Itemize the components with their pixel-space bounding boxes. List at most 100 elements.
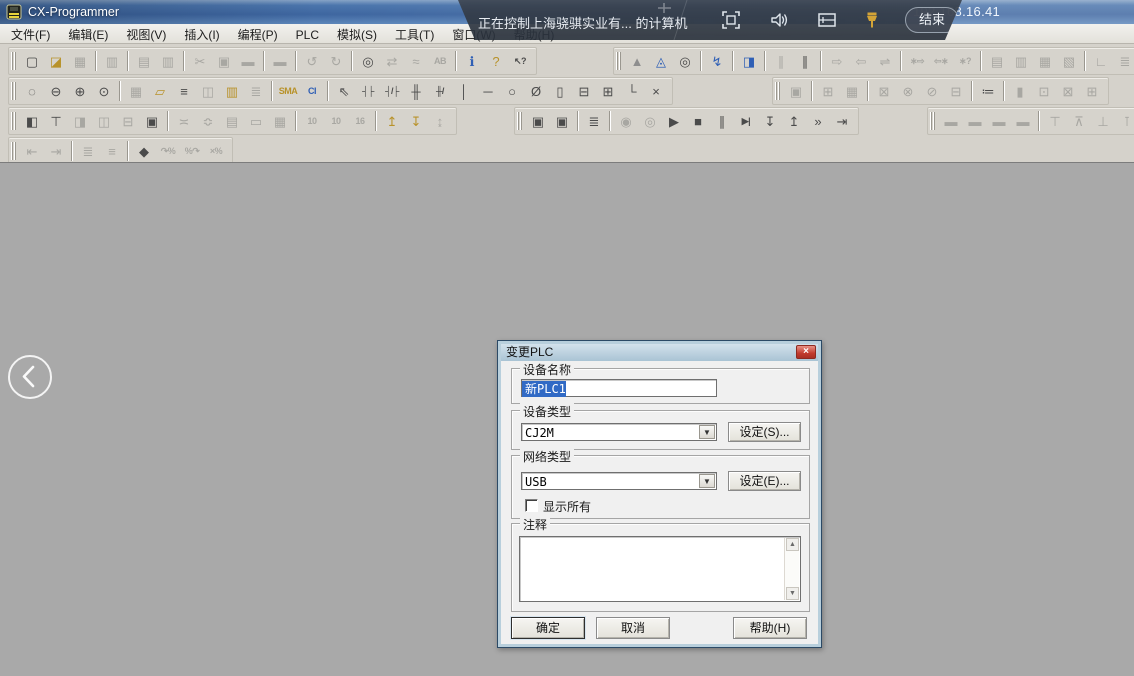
paste-button[interactable]: ▬ — [237, 50, 259, 73]
comment-note-button[interactable]: ▱ — [149, 80, 171, 103]
cut-button[interactable]: ✂ — [189, 50, 211, 73]
new-instruction-button[interactable]: ▯ — [549, 80, 571, 103]
transfer-to-plc-button[interactable]: ⇨ — [826, 50, 848, 73]
sim-run-button[interactable]: ▶ — [663, 110, 685, 133]
watch-window-4-button[interactable]: ▬ — [1012, 110, 1034, 133]
new-closed-coil-button[interactable]: Ø — [525, 80, 547, 103]
pause-monitor-button[interactable]: ∥ — [770, 50, 792, 73]
differential-trace-button[interactable]: ∟ — [1090, 50, 1112, 73]
force-off-button[interactable]: ↧ — [405, 110, 427, 133]
find-replace-button[interactable]: ⇄ — [381, 50, 403, 73]
online-simulator-button[interactable]: ▣ — [527, 110, 549, 133]
step-run-button[interactable]: ▶| — [735, 110, 757, 133]
protect-clear-button[interactable]: ⊟ — [945, 80, 967, 103]
redo-button[interactable]: ↻ — [325, 50, 347, 73]
cancel-button[interactable]: 取消 — [596, 617, 670, 639]
frame-delete-button[interactable]: ⊠ — [1057, 80, 1079, 103]
properties-button[interactable]: ▣ — [141, 110, 163, 133]
transfer-from-plc-button[interactable]: ⇦ — [850, 50, 872, 73]
network-type-dropdown-arrow-icon[interactable]: ▼ — [699, 474, 715, 488]
help-topics-button[interactable]: ? — [485, 50, 507, 73]
sim-stop-button[interactable]: ■ — [687, 110, 709, 133]
set-value-button[interactable]: ◆ — [133, 140, 155, 163]
function-block-button[interactable]: ⊞ — [597, 80, 619, 103]
step-in-button[interactable]: ↧ — [759, 110, 781, 133]
differential-down-button[interactable]: ⊼ — [1068, 110, 1090, 133]
protect-verify-button[interactable]: ⊘ — [921, 80, 943, 103]
compile-program-button[interactable]: ⊤ — [45, 110, 67, 133]
pin-icon[interactable] — [862, 10, 882, 30]
direct-online-button[interactable]: ↯ — [706, 50, 728, 73]
differential-monitor-rise-button[interactable]: ↷% — [157, 140, 179, 163]
new-or-contact-button[interactable]: ╫ — [405, 80, 427, 103]
page-setup-button[interactable]: ▥ — [101, 50, 123, 73]
plc-io-window-button[interactable]: ▥ — [1010, 50, 1032, 73]
auto-online-button[interactable]: ◬ — [650, 50, 672, 73]
time-chart-monitor-button[interactable]: ≣ — [1114, 50, 1134, 73]
toolbar-grip[interactable] — [616, 52, 622, 70]
copy-button[interactable]: ▣ — [213, 50, 235, 73]
change-all-button[interactable]: AB — [429, 50, 451, 73]
dialog-titlebar[interactable]: 变更PLC × — [501, 344, 818, 361]
menu-view[interactable]: 视图(V) — [117, 24, 175, 44]
help-button[interactable]: 帮助(H) — [733, 617, 807, 639]
io-comment-view-button[interactable]: ▭ — [245, 110, 267, 133]
new-contact-button[interactable]: ┤├ — [357, 80, 379, 103]
differential-monitor-button[interactable]: ⊥ — [1092, 110, 1114, 133]
work-online-button[interactable]: ▲ — [626, 50, 648, 73]
watch-window-2-button[interactable]: ▬ — [964, 110, 986, 133]
toolbar-grip[interactable] — [11, 52, 17, 70]
simulator-settings-button[interactable]: ▣ — [551, 110, 573, 133]
toolbar-grip[interactable] — [11, 142, 17, 160]
add-window-icon[interactable] — [817, 10, 837, 30]
protect-release-button[interactable]: ⊗ — [897, 80, 919, 103]
breakpoint-clear-button[interactable]: ◎ — [639, 110, 661, 133]
watch-window-3-button[interactable]: ▬ — [988, 110, 1010, 133]
device-type-combobox[interactable]: CJ2M ▼ — [521, 423, 717, 441]
remote-back-button[interactable] — [8, 355, 52, 399]
menu-edit[interactable]: 编辑(E) — [59, 24, 117, 44]
continuous-step-run-button[interactable]: » — [807, 110, 829, 133]
undo-button[interactable]: ↺ — [301, 50, 323, 73]
context-help-button[interactable]: ↖? — [509, 50, 531, 73]
find-in-project-button[interactable]: ≈ — [405, 50, 427, 73]
carry-set-button[interactable]: ⊺ — [1116, 110, 1134, 133]
partial-transfer-to-plc-button[interactable]: ∗⇨ — [906, 50, 928, 73]
about-info-button[interactable]: ℹ — [461, 50, 483, 73]
watch-window-button[interactable]: ◨ — [69, 110, 91, 133]
new-inverted-instruction-button[interactable]: ⊟ — [573, 80, 595, 103]
device-name-input[interactable]: 新PLC1 — [521, 379, 717, 397]
save-project-button[interactable]: ▦ — [69, 50, 91, 73]
plc-settings-window-button[interactable]: ▦ — [1034, 50, 1056, 73]
symbol-display-button[interactable]: ▥ — [221, 80, 243, 103]
partial-transfer-from-plc-button[interactable]: ⇦∗ — [930, 50, 952, 73]
device-type-dropdown-arrow-icon[interactable]: ▼ — [699, 425, 715, 439]
monitor-mode-button[interactable]: ◨ — [738, 50, 760, 73]
print-button[interactable]: ▤ — [133, 50, 155, 73]
new-closed-contact-button[interactable]: ┤/├ — [381, 80, 403, 103]
sim-pause-button[interactable]: ∥ — [711, 110, 733, 133]
show-grid-button[interactable]: ▦ — [125, 80, 147, 103]
new-file-button[interactable]: ▢ — [21, 50, 43, 73]
scroll-up-icon[interactable]: ▲ — [786, 538, 799, 551]
rung-comments-button[interactable]: ≡ — [173, 80, 195, 103]
fb-parameter-button[interactable]: └ — [621, 80, 643, 103]
find-button[interactable]: ◎ — [357, 50, 379, 73]
cross-reference-button[interactable]: ◫ — [93, 110, 115, 133]
rung-shortcuts-button[interactable]: ◫ — [197, 80, 219, 103]
breakpoint-set-button[interactable]: ◉ — [615, 110, 637, 133]
menu-insert[interactable]: 插入(I) — [175, 24, 228, 44]
memory-view-button[interactable]: ▤ — [221, 110, 243, 133]
address-reference-button[interactable]: ≎ — [197, 110, 219, 133]
zoom-in-button[interactable]: ⊕ — [69, 80, 91, 103]
menu-tools[interactable]: 工具(T) — [386, 24, 443, 44]
differential-monitor-clear-button[interactable]: ×% — [205, 140, 227, 163]
online-search-button[interactable]: ◎ — [674, 50, 696, 73]
frame-verify-button[interactable]: ⊡ — [1033, 80, 1055, 103]
insert-rung-button[interactable]: ⊞ — [817, 80, 839, 103]
new-coil-button[interactable]: ○ — [501, 80, 523, 103]
network-type-combobox[interactable]: USB ▼ — [521, 472, 717, 490]
nesting-levels-button[interactable]: ≣ — [245, 80, 267, 103]
comment-textarea[interactable]: ▲ ▼ — [519, 536, 801, 602]
io-table-button[interactable]: ▦ — [269, 110, 291, 133]
